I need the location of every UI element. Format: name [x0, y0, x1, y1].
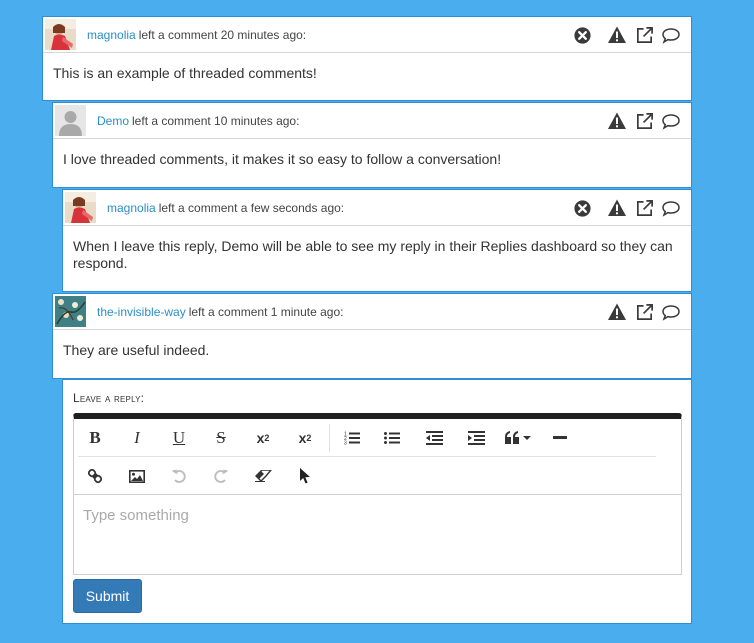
redo-icon[interactable] [200, 461, 242, 491]
rich-text-editor: B I U S x2 x2 123 Type something [73, 413, 682, 575]
report-icon[interactable] [607, 198, 627, 218]
comment-card: Demo left a comment 10 minutes ago: I lo… [52, 102, 692, 188]
external-link-icon[interactable] [634, 25, 654, 45]
magnolia-avatar-icon [65, 192, 96, 223]
comment-card: magnolia left a comment a few seconds ag… [62, 189, 692, 292]
comment-actions [565, 190, 681, 226]
toolbar-row: B I U S x2 x2 123 [74, 419, 581, 457]
username-link[interactable]: Demo [97, 114, 129, 128]
comment-header: Demo left a comment 10 minutes ago: [53, 103, 691, 139]
comment-time: left a comment 1 minute ago: [188, 305, 344, 319]
comment-header: magnolia left a comment a few seconds ag… [63, 190, 691, 226]
username-link[interactable]: magnolia [107, 201, 156, 215]
undo-icon[interactable] [158, 461, 200, 491]
toolbar-row [74, 457, 326, 495]
unordered-list-icon[interactable] [371, 423, 413, 453]
username-link[interactable]: the-invisible-way [97, 305, 186, 319]
strikethrough-icon[interactable]: S [200, 423, 242, 453]
delete-icon[interactable] [572, 198, 592, 218]
indent-icon[interactable] [455, 423, 497, 453]
default-avatar-icon [55, 105, 86, 136]
user-avatar[interactable] [45, 19, 76, 50]
reply-icon[interactable] [661, 25, 681, 45]
external-link-icon[interactable] [634, 111, 654, 131]
pointer-icon[interactable] [284, 461, 326, 491]
comment-body: When I leave this reply, Demo will be ab… [73, 238, 673, 271]
painting-avatar-icon [55, 296, 86, 327]
reply-label: Leave a reply: [73, 391, 145, 405]
magnolia-avatar-icon [45, 19, 76, 50]
svg-text:3: 3 [344, 441, 347, 446]
user-avatar[interactable] [55, 296, 86, 327]
bold-icon[interactable]: B [74, 423, 116, 453]
reply-icon[interactable] [661, 302, 681, 322]
comment-actions [600, 103, 681, 139]
comment-time: left a comment 10 minutes ago: [132, 114, 300, 128]
horizontal-rule-icon[interactable] [539, 423, 581, 453]
comment-header: magnolia left a comment 20 minutes ago: [43, 17, 691, 53]
comment-header: the-invisible-way left a comment 1 minut… [53, 294, 691, 330]
user-avatar[interactable] [65, 192, 96, 223]
subscript-icon[interactable]: x2 [242, 423, 284, 453]
external-link-icon[interactable] [634, 198, 654, 218]
comment-body: I love threaded comments, it makes it so… [63, 151, 502, 167]
reply-icon[interactable] [661, 198, 681, 218]
comment-body: They are useful indeed. [63, 342, 210, 358]
comment-card: the-invisible-way left a comment 1 minut… [52, 293, 692, 379]
italic-icon[interactable]: I [116, 423, 158, 453]
editor-toolbar: B I U S x2 x2 123 [74, 419, 681, 495]
delete-icon[interactable] [572, 25, 592, 45]
underline-icon[interactable]: U [158, 423, 200, 453]
external-link-icon[interactable] [634, 302, 654, 322]
ordered-list-icon[interactable]: 123 [333, 423, 371, 453]
comment-card: magnolia left a comment 20 minutes ago: … [42, 16, 692, 101]
outdent-icon[interactable] [413, 423, 455, 453]
reply-icon[interactable] [661, 111, 681, 131]
report-icon[interactable] [607, 111, 627, 131]
comment-time: left a comment a few seconds ago: [158, 201, 345, 215]
report-icon[interactable] [607, 25, 627, 45]
reply-form: Leave a reply: B I U S x2 x2 123 Type so… [62, 379, 692, 624]
comment-meta: the-invisible-way left a comment 1 minut… [97, 294, 343, 330]
username-link[interactable]: magnolia [87, 28, 136, 42]
toolbar-separator [329, 424, 330, 452]
blockquote-icon[interactable] [497, 423, 539, 453]
comment-actions [600, 294, 681, 330]
comment-time: left a comment 20 minutes ago: [138, 28, 307, 42]
comment-body: This is an example of threaded comments! [53, 65, 317, 81]
image-icon[interactable] [116, 461, 158, 491]
comment-meta: Demo left a comment 10 minutes ago: [97, 103, 299, 139]
user-avatar[interactable] [55, 105, 86, 136]
reply-text-input[interactable]: Type something [74, 495, 681, 575]
comment-actions [565, 17, 681, 53]
comment-meta: magnolia left a comment 20 minutes ago: [87, 17, 306, 53]
submit-button[interactable]: Submit [73, 579, 142, 613]
report-icon[interactable] [607, 302, 627, 322]
link-icon[interactable] [74, 461, 116, 491]
superscript-icon[interactable]: x2 [284, 423, 326, 453]
comment-meta: magnolia left a comment a few seconds ag… [107, 190, 344, 226]
eraser-icon[interactable] [242, 461, 284, 491]
